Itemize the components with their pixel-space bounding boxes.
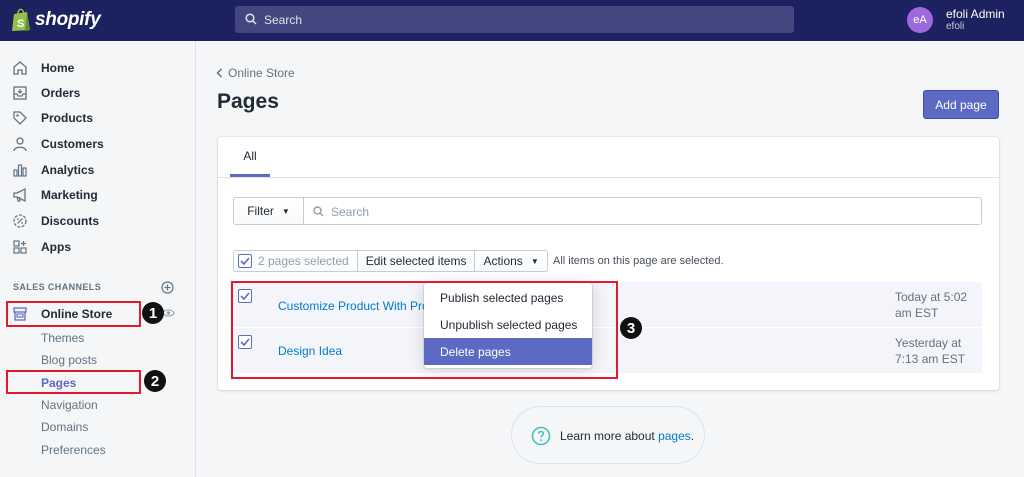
search-icon [313, 206, 324, 217]
checkbox-checked-icon [238, 254, 252, 268]
sidebar-item-products[interactable]: Products [0, 107, 196, 129]
sidebar-item-label: Products [41, 111, 94, 125]
help-text-lead: Learn more about [560, 429, 659, 443]
actions-button[interactable]: Actions ▼ [474, 250, 548, 272]
top-bar: S shopify Search eA efoli Admin efoli [0, 0, 1024, 41]
actions-label: Actions [483, 254, 523, 268]
avatar[interactable]: eA [907, 7, 933, 33]
tab-divider [218, 177, 999, 178]
help-footer: Learn more about pages. [511, 406, 705, 464]
add-page-button[interactable]: Add page [923, 90, 999, 119]
annotation-marker-2: 2 [144, 370, 166, 392]
sidebar-item-orders[interactable]: Orders [0, 82, 196, 104]
add-channel-icon[interactable] [161, 281, 174, 294]
svg-text:S: S [17, 18, 24, 30]
row-date-line1: Yesterday at [895, 336, 962, 350]
filter-button[interactable]: Filter ▼ [233, 197, 304, 225]
store-name: efoli [946, 21, 965, 32]
annotation-marker-1: 1 [142, 302, 164, 324]
sidebar-item-label: Apps [41, 240, 71, 254]
annotation-box-online-store [6, 301, 141, 327]
caret-down-icon: ▼ [281, 206, 290, 216]
sidebar-subitem-themes[interactable]: Themes [41, 331, 84, 345]
row-date-line1: Today at 5:02 [895, 290, 968, 304]
annotation-box-pages [6, 370, 141, 394]
sidebar-item-marketing[interactable]: Marketing [0, 184, 196, 206]
bar-chart-icon [13, 164, 27, 177]
sidebar-subitem-domains[interactable]: Domains [41, 420, 88, 434]
person-icon [13, 137, 27, 152]
select-all-checkbox[interactable]: 2 pages selected [233, 250, 358, 272]
sidebar-item-discounts[interactable]: Discounts [0, 210, 196, 232]
selected-count: 2 pages selected [258, 254, 349, 268]
global-search-input[interactable]: Search [235, 6, 794, 33]
sidebar-item-label: Home [41, 61, 75, 75]
breadcrumb[interactable]: Online Store [216, 66, 295, 80]
sidebar: Home Orders Products Customers Analytics… [0, 41, 196, 477]
help-pages-link[interactable]: pages [658, 429, 691, 443]
selection-note: All items on this page are selected. [553, 255, 724, 267]
sidebar-item-label: Analytics [41, 163, 95, 177]
shopify-bag-icon: S [12, 8, 30, 31]
sidebar-item-label: Marketing [41, 188, 98, 202]
pages-search-placeholder: Search [331, 205, 370, 219]
row-date-line2: am EST [895, 306, 939, 320]
edit-selected-button[interactable]: Edit selected items [356, 250, 476, 272]
global-search-placeholder: Search [264, 13, 303, 27]
tab-all[interactable]: All [230, 137, 270, 177]
sidebar-item-home[interactable]: Home [0, 57, 196, 79]
orders-icon [13, 86, 27, 100]
sidebar-subitem-navigation[interactable]: Navigation [41, 398, 98, 412]
user-name[interactable]: efoli Admin [946, 7, 1005, 21]
shopify-logo[interactable]: S shopify [11, 8, 101, 32]
apps-icon [13, 240, 27, 254]
sidebar-item-label: Customers [41, 137, 104, 151]
tag-icon [13, 111, 27, 125]
sidebar-subitem-preferences[interactable]: Preferences [41, 443, 106, 457]
sidebar-item-apps[interactable]: Apps [0, 236, 196, 258]
brand-wordmark: shopify [35, 9, 101, 30]
filter-label: Filter [247, 204, 274, 218]
sidebar-item-analytics[interactable]: Analytics [0, 159, 196, 181]
caret-down-icon: ▼ [530, 256, 539, 266]
annotation-box-actions [231, 281, 618, 379]
chevron-left-icon [216, 68, 223, 78]
megaphone-icon [13, 187, 26, 203]
sidebar-item-label: Orders [41, 86, 81, 100]
discount-icon [13, 214, 27, 228]
sales-channels-heading: SALES CHANNELS [13, 282, 102, 292]
home-icon [13, 61, 27, 75]
row-date-line2: 7:13 am EST [895, 352, 966, 366]
breadcrumb-label: Online Store [228, 66, 295, 80]
help-period: . [690, 429, 695, 443]
page-title: Pages [217, 90, 279, 113]
bulk-actions-bar: 2 pages selected Edit selected items Act… [233, 250, 548, 272]
sidebar-subitem-blog-posts[interactable]: Blog posts [41, 353, 97, 367]
sidebar-item-label: Discounts [41, 214, 100, 228]
pages-search-input[interactable]: Search [303, 197, 982, 225]
help-question-icon [531, 426, 551, 446]
help-text: Learn more about pages. [560, 429, 694, 443]
annotation-marker-3: 3 [620, 317, 642, 339]
sidebar-item-customers[interactable]: Customers [0, 133, 196, 155]
search-icon [245, 13, 257, 25]
